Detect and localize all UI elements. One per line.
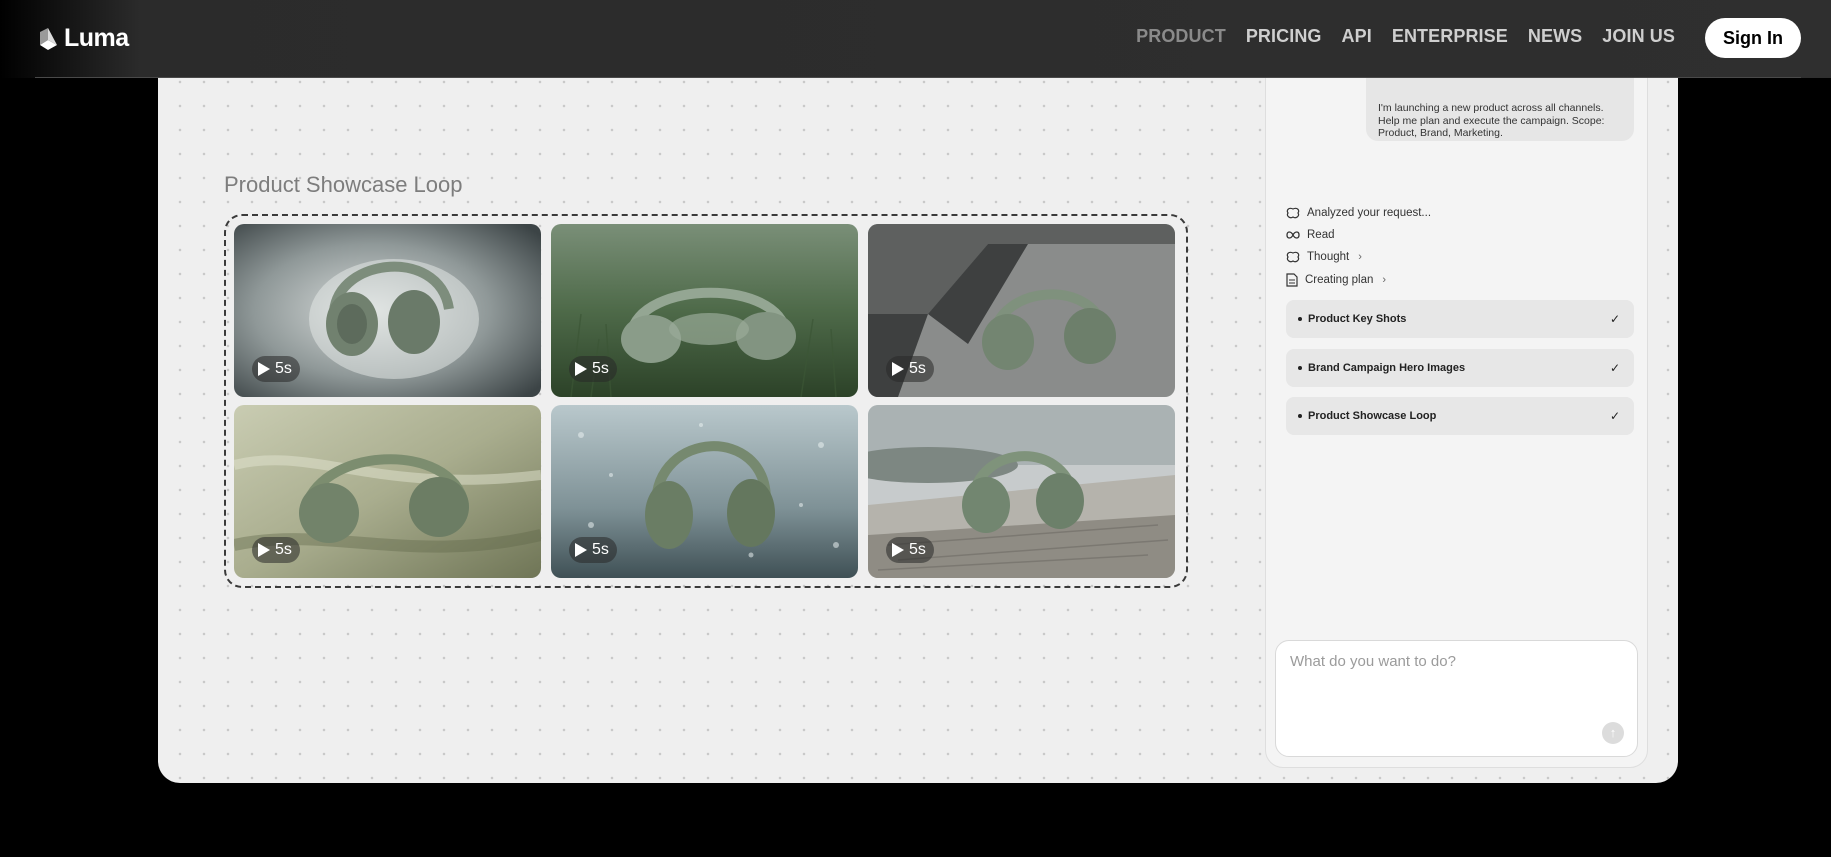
duration-label: 5s <box>592 360 609 377</box>
main-nav: PRODUCT PRICING API ENTERPRISE NEWS JOIN… <box>1136 26 1675 47</box>
chat-composer: ↑ <box>1275 640 1638 757</box>
nav-enterprise[interactable]: ENTERPRISE <box>1392 26 1508 47</box>
plan-item-showcase-loop[interactable]: Product Showcase Loop ✓ <box>1286 397 1634 435</box>
video-grid: 5s 5s 5s 5s 5s 5s <box>234 224 1175 578</box>
send-button[interactable]: ↑ <box>1602 722 1624 744</box>
nav-join-us[interactable]: JOIN US <box>1602 26 1675 47</box>
bullet-icon <box>1298 414 1302 418</box>
plan-item-product-key-shots[interactable]: Product Key Shots ✓ <box>1286 300 1634 338</box>
video-thumbnail[interactable]: 5s <box>234 224 541 397</box>
top-navbar: Luma PRODUCT PRICING API ENTERPRISE NEWS… <box>0 0 1831 78</box>
play-icon <box>575 362 587 376</box>
luma-logo[interactable]: Luma <box>38 24 129 53</box>
plan-item-label: Product Key Shots <box>1308 313 1407 325</box>
duration-badge: 5s <box>886 537 934 563</box>
step-label: Analyzed your request... <box>1307 207 1432 219</box>
video-thumbnail[interactable]: 5s <box>234 405 541 578</box>
infinity-icon <box>1286 231 1300 239</box>
plan-item-label: Product Showcase Loop <box>1308 410 1437 422</box>
logo-text: Luma <box>64 24 129 52</box>
step-label: Read <box>1307 229 1335 241</box>
chevron-right-icon: › <box>1358 251 1362 263</box>
video-thumbnail[interactable]: 5s <box>551 405 858 578</box>
play-icon <box>258 543 270 557</box>
nav-product[interactable]: PRODUCT <box>1136 26 1226 47</box>
prompt-input[interactable] <box>1290 653 1620 713</box>
luma-logo-icon <box>40 27 57 50</box>
check-icon: ✓ <box>1609 312 1620 326</box>
play-icon <box>575 543 587 557</box>
step-label: Creating plan <box>1305 274 1374 286</box>
showcase-title: Product Showcase Loop <box>224 172 463 197</box>
step-creating-plan[interactable]: Creating plan › <box>1286 273 1386 287</box>
plan-item-label: Brand Campaign Hero Images <box>1308 362 1466 374</box>
duration-label: 5s <box>275 541 292 558</box>
document-icon <box>1286 273 1298 287</box>
brain-icon <box>1286 207 1300 219</box>
video-thumbnail[interactable]: 5s <box>551 224 858 397</box>
bullet-icon <box>1298 317 1302 321</box>
duration-badge: 5s <box>252 537 300 563</box>
header-divider <box>35 77 1801 78</box>
duration-badge: 5s <box>886 356 934 382</box>
step-read: Read <box>1286 229 1335 241</box>
play-icon <box>892 543 904 557</box>
video-thumbnail[interactable]: 5s <box>868 224 1175 397</box>
step-label: Thought <box>1307 251 1350 263</box>
chevron-right-icon: › <box>1382 274 1387 286</box>
video-thumbnail[interactable]: 5s <box>868 405 1175 578</box>
step-analyzed: Analyzed your request... <box>1286 207 1431 219</box>
play-icon <box>258 362 270 376</box>
duration-label: 5s <box>909 360 926 377</box>
showcase-selection[interactable]: 5s 5s 5s 5s 5s 5s <box>224 214 1188 588</box>
duration-badge: 5s <box>569 356 617 382</box>
demo-canvas: Product Showcase Loop 5s 5s 5s 5s 5s 5s … <box>158 40 1678 783</box>
bullet-icon <box>1298 366 1302 370</box>
nav-news[interactable]: NEWS <box>1528 26 1582 47</box>
duration-badge: 5s <box>569 537 617 563</box>
duration-label: 5s <box>909 541 926 558</box>
duration-label: 5s <box>275 360 292 377</box>
check-icon: ✓ <box>1609 361 1620 375</box>
play-icon <box>892 362 904 376</box>
sign-in-button[interactable]: Sign In <box>1705 18 1801 58</box>
check-icon: ✓ <box>1609 409 1620 423</box>
plan-item-brand-campaign[interactable]: Brand Campaign Hero Images ✓ <box>1286 349 1634 387</box>
assistant-panel: I'm launching a new product across all c… <box>1265 40 1648 768</box>
step-thought[interactable]: Thought › <box>1286 251 1362 263</box>
nav-pricing[interactable]: PRICING <box>1246 26 1322 47</box>
duration-badge: 5s <box>252 356 300 382</box>
duration-label: 5s <box>592 541 609 558</box>
arrow-up-icon: ↑ <box>1609 725 1617 740</box>
brain-icon <box>1286 251 1300 263</box>
nav-api[interactable]: API <box>1342 26 1372 47</box>
